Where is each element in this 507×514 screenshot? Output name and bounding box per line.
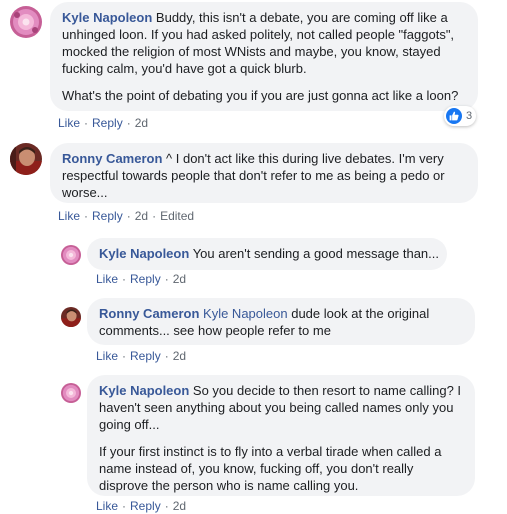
separator-dot: · xyxy=(122,272,127,286)
separator-dot: · xyxy=(84,209,89,223)
separator-dot: · xyxy=(126,209,131,223)
reply-button[interactable]: Reply xyxy=(130,499,161,513)
separator-dot: · xyxy=(152,209,157,223)
reply-bubble: Kyle Napoleon So you decide to then reso… xyxy=(87,375,475,496)
timestamp[interactable]: 2d xyxy=(135,209,148,223)
reply-text: Kyle Napoleon So you decide to then reso… xyxy=(99,382,463,433)
flower-avatar-icon xyxy=(61,245,81,265)
avatar[interactable] xyxy=(10,6,42,38)
comment-bubble: Ronny Cameron ^ I don't act like this du… xyxy=(50,143,478,203)
reply-actions: Like · Reply · 2d xyxy=(96,272,186,286)
like-button[interactable]: Like xyxy=(96,272,118,286)
comment-actions: Like · Reply · 2d · Edited xyxy=(58,209,194,223)
reply-bubble: Ronny Cameron Kyle Napoleon dude look at… xyxy=(87,298,475,345)
author-name[interactable]: Kyle Napoleon xyxy=(62,10,152,25)
reply-button[interactable]: Reply xyxy=(92,209,123,223)
comment-text-2: What's the point of debating you if you … xyxy=(62,88,459,103)
avatar[interactable] xyxy=(61,383,81,403)
like-button[interactable]: Like xyxy=(96,499,118,513)
separator-dot: · xyxy=(126,116,131,130)
comment-bubble: Kyle Napoleon Buddy, this isn't a debate… xyxy=(50,2,478,111)
author-name[interactable]: Ronny Cameron xyxy=(99,306,199,321)
reply-button[interactable]: Reply xyxy=(92,116,123,130)
comment-actions: Like · Reply · 2d xyxy=(58,116,148,130)
profile-photo-icon xyxy=(61,307,81,327)
reply-text-2: If your first instinct is to fly into a … xyxy=(99,444,442,493)
reply-button[interactable]: Reply xyxy=(130,349,161,363)
reply-bubble: Kyle Napoleon You aren't sending a good … xyxy=(87,238,447,270)
profile-photo-icon xyxy=(10,143,42,175)
reaction-count: 3 xyxy=(466,110,473,122)
flower-avatar-icon xyxy=(10,6,42,38)
avatar[interactable] xyxy=(61,245,81,265)
author-name[interactable]: Kyle Napoleon xyxy=(99,383,189,398)
reply-body: You aren't sending a good message than..… xyxy=(192,246,439,261)
comment-text: Ronny Cameron ^ I don't act like this du… xyxy=(62,150,466,201)
reply-actions: Like · Reply · 2d xyxy=(96,499,186,513)
mention-link[interactable]: Kyle Napoleon xyxy=(203,306,288,321)
separator-dot: · xyxy=(84,116,89,130)
separator-dot: · xyxy=(164,499,169,513)
separator-dot: · xyxy=(122,349,127,363)
thumbs-up-icon xyxy=(446,108,462,124)
avatar[interactable] xyxy=(61,307,81,327)
reply-actions: Like · Reply · 2d xyxy=(96,349,186,363)
reply-button[interactable]: Reply xyxy=(130,272,161,286)
timestamp[interactable]: 2d xyxy=(173,272,186,286)
timestamp[interactable]: 2d xyxy=(173,349,186,363)
separator-dot: · xyxy=(164,272,169,286)
flower-avatar-icon xyxy=(61,383,81,403)
separator-dot: · xyxy=(164,349,169,363)
author-name[interactable]: Kyle Napoleon xyxy=(99,246,189,261)
timestamp[interactable]: 2d xyxy=(135,116,148,130)
like-button[interactable]: Like xyxy=(58,116,80,130)
edited-label[interactable]: Edited xyxy=(160,209,194,223)
comment-text: Kyle Napoleon Buddy, this isn't a debate… xyxy=(62,9,466,77)
avatar[interactable] xyxy=(10,143,42,175)
author-name[interactable]: Ronny Cameron xyxy=(62,151,162,166)
reaction-count-badge[interactable]: 3 xyxy=(444,106,477,126)
like-button[interactable]: Like xyxy=(58,209,80,223)
separator-dot: · xyxy=(122,499,127,513)
timestamp[interactable]: 2d xyxy=(173,499,186,513)
like-button[interactable]: Like xyxy=(96,349,118,363)
